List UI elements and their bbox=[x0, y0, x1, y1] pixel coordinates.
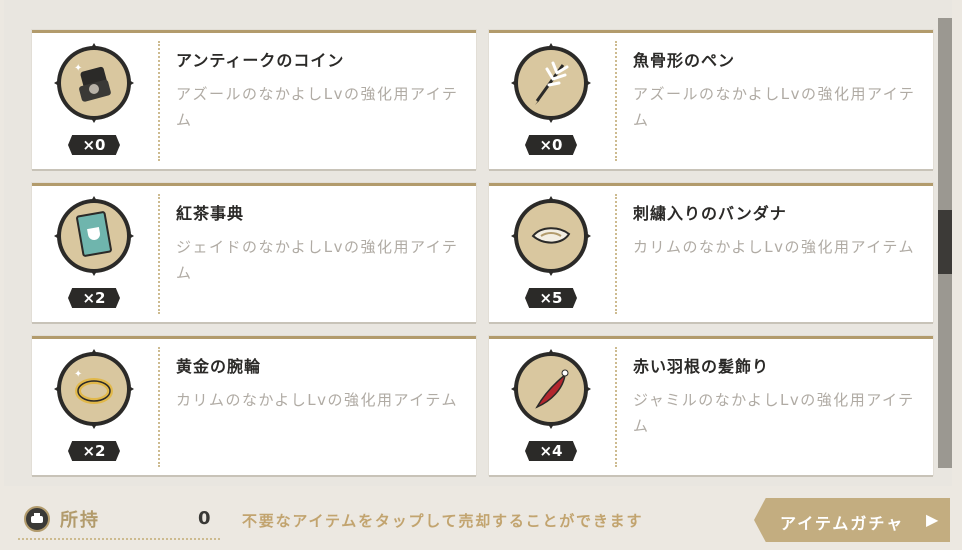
card-divider bbox=[158, 347, 160, 467]
item-card-embroidered-bandana[interactable]: ×5 刺繍入りのバンダナ カリムのなかよしLvの強化用アイテム bbox=[489, 183, 933, 322]
red-feather-icon bbox=[511, 349, 591, 429]
item-gacha-button[interactable]: アイテムガチャ ▶ bbox=[754, 498, 950, 542]
owned-underline bbox=[18, 538, 220, 540]
item-count-badge: ×0 bbox=[525, 135, 577, 155]
card-divider bbox=[615, 41, 617, 161]
item-description: カリムのなかよしLvの強化用アイテム bbox=[633, 238, 915, 256]
tea-book-icon bbox=[54, 196, 134, 276]
item-count-badge: ×2 bbox=[68, 288, 120, 308]
chevron-right-icon: ▶ bbox=[926, 510, 941, 529]
svg-text:✦: ✦ bbox=[74, 63, 82, 74]
item-name: アンティークのコイン bbox=[176, 51, 345, 70]
owned-label: 所持 bbox=[60, 510, 100, 531]
item-name: 黄金の腕輪 bbox=[176, 357, 262, 376]
card-divider bbox=[615, 194, 617, 314]
item-card-golden-bracelet[interactable]: ✦ ×2 黄金の腕輪 カリムのなかよしLvの強化用アイテム bbox=[32, 336, 476, 475]
item-description: アズールのなかよしLvの強化用アイテム bbox=[176, 85, 459, 129]
item-name: 紅茶事典 bbox=[176, 204, 245, 223]
svg-text:✦: ✦ bbox=[74, 369, 82, 380]
item-description: アズールのなかよしLvの強化用アイテム bbox=[633, 85, 916, 129]
item-count-badge: ×2 bbox=[68, 441, 120, 461]
item-card-tea-encyclopedia[interactable]: ×2 紅茶事典 ジェイドのなかよしLvの強化用アイテム bbox=[32, 183, 476, 322]
item-card-antique-coin[interactable]: ✦ ×0 アンティークのコイン アズールのなかよしLvの強化用アイテム bbox=[32, 30, 476, 169]
card-divider bbox=[615, 347, 617, 467]
item-count-badge: ×4 bbox=[525, 441, 577, 461]
item-card-fishbone-pen[interactable]: ×0 魚骨形のペン アズールのなかよしLvの強化用アイテム bbox=[489, 30, 933, 169]
owned-value: 0 bbox=[198, 508, 211, 529]
item-description: ジェイドのなかよしLvの強化用アイテム bbox=[176, 238, 459, 282]
sell-hint-text: 不要なアイテムをタップして売却することができます bbox=[242, 512, 644, 530]
fishbone-pen-icon bbox=[511, 43, 591, 123]
item-count-badge: ×5 bbox=[525, 288, 577, 308]
item-description: カリムのなかよしLvの強化用アイテム bbox=[176, 391, 458, 409]
item-description: ジャミルのなかよしLvの強化用アイテム bbox=[633, 391, 915, 435]
scrollbar-thumb[interactable] bbox=[938, 210, 952, 274]
item-name: 赤い羽根の髪飾り bbox=[633, 357, 770, 376]
card-divider bbox=[158, 41, 160, 161]
card-divider bbox=[158, 194, 160, 314]
currency-coin-icon bbox=[24, 506, 50, 532]
item-gacha-label: アイテムガチャ bbox=[780, 514, 905, 533]
item-name: 魚骨形のペン bbox=[633, 51, 736, 70]
item-name: 刺繍入りのバンダナ bbox=[633, 204, 787, 223]
item-card-red-feather-hairpin[interactable]: ×4 赤い羽根の髪飾り ジャミルのなかよしLvの強化用アイテム bbox=[489, 336, 933, 475]
item-count-badge: ×0 bbox=[68, 135, 120, 155]
gold-bracelet-icon: ✦ bbox=[54, 349, 134, 429]
coin-case-icon: ✦ bbox=[54, 43, 134, 123]
bandana-icon bbox=[511, 196, 591, 276]
